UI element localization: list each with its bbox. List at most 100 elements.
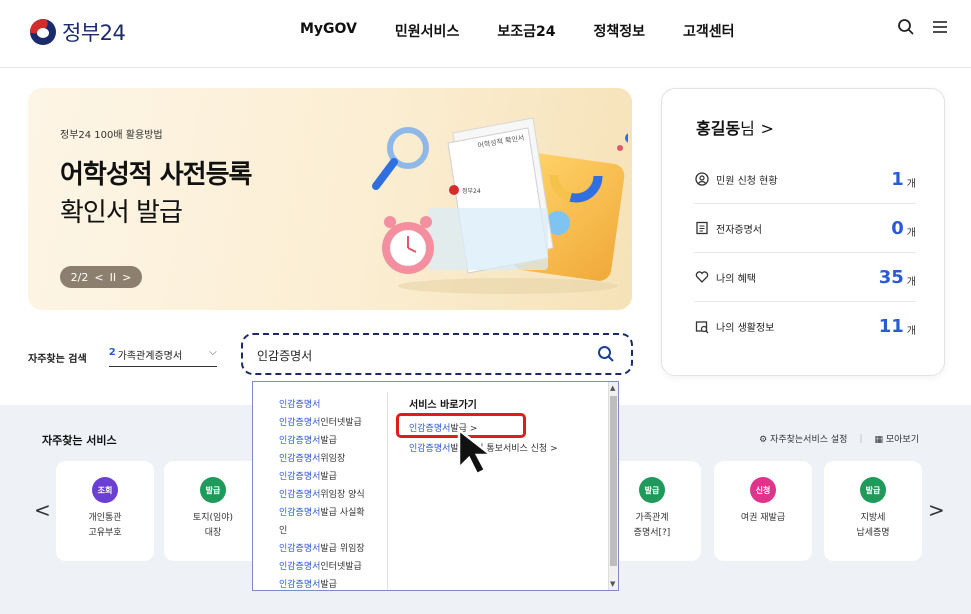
mygov-summary-list: 민원 신청 현황 1 개 전자증명서 0 개 나의 혜택 35 개 나의 생활정… xyxy=(694,155,916,351)
pager-prev-button[interactable]: < xyxy=(94,271,103,284)
suggestion-item[interactable]: 인감증명서발급 xyxy=(279,576,379,590)
site-logo[interactable]: 정부24 xyxy=(30,17,126,47)
frequent-search: 자주찾는 검색 2 가족관계증명서 ⌵ xyxy=(28,347,217,367)
user-name: 홍길동 xyxy=(696,119,741,138)
mygov-row-life-info[interactable]: 나의 생활정보 11 개 xyxy=(694,302,916,351)
scroll-down-icon[interactable]: ▼ xyxy=(610,580,615,588)
suggestion-item[interactable]: 인감증명서발급 xyxy=(279,468,379,486)
suggestion-item[interactable]: 인감증명서 xyxy=(279,396,379,414)
frequent-search-label: 자주찾는 검색 xyxy=(28,353,87,365)
mygov-row-count: 1 xyxy=(891,168,904,190)
suggestion-list: 인감증명서 인감증명서인터넷발급 인감증명서발급 인감증명서위임장 인감증명서발… xyxy=(279,396,379,590)
banner-title: 어학성적 사전등록 xyxy=(60,160,252,190)
mygov-row-label: 나의 혜택 xyxy=(716,273,756,285)
grid-icon: ▦ xyxy=(874,435,883,445)
main-nav: MyGOV 민원서비스 보조금24 정책정보 고객센터 xyxy=(300,21,735,41)
view-all-label: 모아보기 xyxy=(885,435,919,445)
mygov-row-count: 0 xyxy=(891,217,904,239)
dropdown-scrollbar[interactable]: ▲ ▼ xyxy=(608,382,618,590)
banner-illustration: 어학성적 확인서 정부24 xyxy=(372,117,628,294)
suggestion-item[interactable]: 인감증명서인터넷발급 xyxy=(279,558,379,576)
mygov-row-e-certificate[interactable]: 전자증명서 0 개 xyxy=(694,204,916,253)
nav-item-subsidy[interactable]: 보조금24 xyxy=(497,21,555,41)
service-badge: 조회 xyxy=(92,477,118,503)
hamburger-menu-icon[interactable] xyxy=(931,18,949,41)
document-icon xyxy=(694,220,710,236)
banner-pager: 2/2 < II > xyxy=(60,266,142,288)
life-info-icon xyxy=(694,319,710,335)
service-card[interactable]: 신청 여권 재발급 xyxy=(714,461,812,561)
chevron-down-icon: ⌵ xyxy=(209,347,217,358)
suggestion-item[interactable]: 인감증명서발급 사실확 xyxy=(279,504,379,522)
doc-brand: 정부24 xyxy=(462,188,481,195)
banner-subtitle: 정부24 100배 활용방법 xyxy=(60,130,163,141)
service-card[interactable]: 발급 토지(임야) 대장 xyxy=(164,461,262,561)
service-badge: 발급 xyxy=(639,477,665,503)
scrollbar-thumb[interactable] xyxy=(610,396,617,566)
mygov-row-label: 민원 신청 현황 xyxy=(716,175,778,187)
nav-item-customer-center[interactable]: 고객센터 xyxy=(683,21,735,41)
header-icons xyxy=(897,18,949,41)
mygov-row-count: 11 xyxy=(878,316,904,337)
dropdown-divider xyxy=(387,392,388,590)
pager-next-button[interactable]: > xyxy=(122,271,131,284)
service-badge: 발급 xyxy=(860,477,886,503)
services-setting-label: 자주찾는서비스 설정 xyxy=(770,435,848,445)
logo-text: 정부24 xyxy=(62,21,126,45)
mygov-row-unit: 개 xyxy=(906,276,916,288)
suggestion-item[interactable]: 인감증명서발급 xyxy=(279,432,379,450)
services-prev-arrow[interactable]: < xyxy=(34,498,51,522)
mygov-row-unit: 개 xyxy=(906,178,916,190)
service-name-line2: 대장 xyxy=(204,528,222,538)
site-header: 정부24 MyGOV 민원서비스 보조금24 정책정보 고객센터 xyxy=(0,0,971,68)
suggestion-item[interactable]: 인감증명서인터넷발급 xyxy=(279,414,379,432)
user-suffix: 님 xyxy=(740,119,755,138)
promo-banner[interactable]: 정부24 100배 활용방법 어학성적 사전등록 확인서 발급 2/2 < II… xyxy=(28,88,632,310)
service-badge: 발급 xyxy=(200,477,226,503)
user-chevron-icon: > xyxy=(760,119,774,138)
pager-pause-button[interactable]: II xyxy=(110,271,117,284)
search-submit-icon[interactable] xyxy=(597,345,615,367)
nav-item-mygov[interactable]: MyGOV xyxy=(300,21,357,41)
mouse-pointer-icon xyxy=(457,428,495,476)
mygov-row-benefits[interactable]: 나의 혜택 35 개 xyxy=(694,253,916,302)
service-card[interactable]: 발급 지방세 납세증명 xyxy=(824,461,922,561)
search-icon[interactable] xyxy=(897,18,915,41)
nav-item-civil-service[interactable]: 민원서비스 xyxy=(395,21,459,41)
services-next-arrow[interactable]: > xyxy=(928,498,945,522)
service-card[interactable]: 조회 개인통관 고유부호 xyxy=(56,461,154,561)
tools-divider: | xyxy=(859,433,863,444)
frequent-services-tools: ⚙ 자주찾는서비스 설정 | ▦ 모아보기 xyxy=(759,432,919,446)
services-setting-button[interactable]: ⚙ 자주찾는서비스 설정 xyxy=(759,432,847,445)
frequent-search-select[interactable]: 2 가족관계증명서 ⌵ xyxy=(108,347,217,367)
scroll-up-icon[interactable]: ▲ xyxy=(610,384,615,392)
government-emblem-icon xyxy=(30,19,56,45)
mygov-row-count: 35 xyxy=(878,266,904,288)
view-all-button[interactable]: ▦ 모아보기 xyxy=(874,432,919,445)
user-name-link[interactable]: 홍길동님 > xyxy=(696,115,774,139)
service-name-line1: 여권 재발급 xyxy=(740,513,786,523)
suggestion-item[interactable]: 인감증명서위임장 xyxy=(279,450,379,468)
suggestion-item[interactable]: 인감증명서위임장 양식 xyxy=(279,486,379,504)
nav-item-policy[interactable]: 정책정보 xyxy=(593,21,645,41)
search-input[interactable] xyxy=(257,345,577,365)
suggestion-item[interactable]: 인감증명서발급 위임장 xyxy=(279,540,379,558)
mygov-row-label: 전자증명서 xyxy=(716,224,762,236)
gear-icon: ⚙ xyxy=(759,435,768,445)
mygov-card: 홍길동님 > 민원 신청 현황 1 개 전자증명서 0 개 나의 혜택 35 개… xyxy=(661,88,945,376)
suggestion-item-continued[interactable]: 인 xyxy=(279,522,379,540)
mygov-row-label: 나의 생활정보 xyxy=(716,323,775,334)
service-name-line1: 지방세 xyxy=(860,513,886,523)
frequent-search-term: 가족관계증명서 xyxy=(117,351,183,362)
frequent-search-rank: 2 xyxy=(108,347,116,358)
service-name-line2: 납세증명 xyxy=(856,528,890,538)
search-box xyxy=(241,333,633,375)
service-badge: 신청 xyxy=(750,477,776,503)
frequent-services-title: 자주찾는 서비스 xyxy=(42,434,117,447)
service-name-line1: 개인통관 xyxy=(88,513,122,523)
mygov-row-unit: 개 xyxy=(906,326,916,337)
mygov-row-application-status[interactable]: 민원 신청 현황 1 개 xyxy=(694,155,916,204)
banner-title-line2: 확인서 발급 xyxy=(60,198,183,228)
pager-count: 2/2 xyxy=(70,270,89,284)
application-status-icon xyxy=(694,171,710,187)
